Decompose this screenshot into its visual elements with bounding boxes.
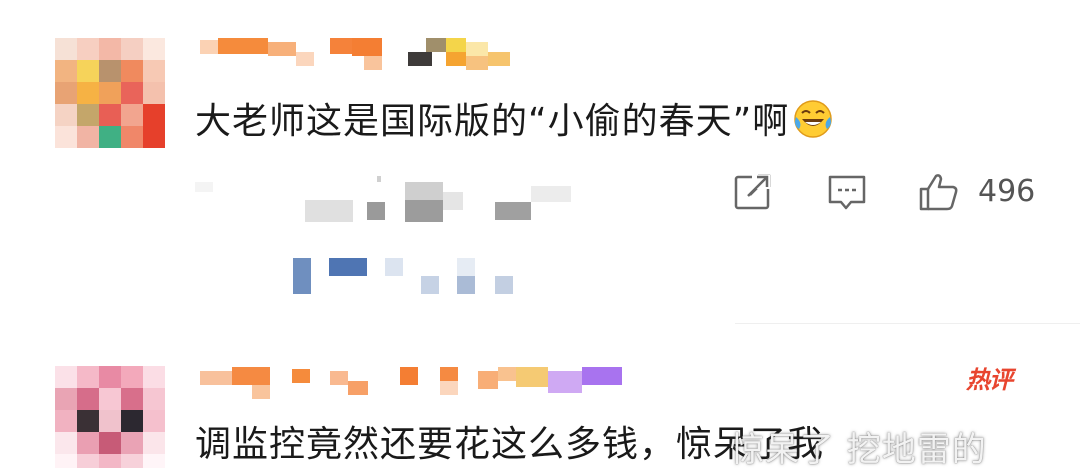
comment-feed: 大老师这是国际版的“小偷的春天”啊 496 热评 调监控竟然还要花这么多钱，惊呆… [0, 0, 1080, 468]
comment-icon[interactable] [826, 172, 868, 212]
thumbs-up-icon[interactable] [918, 172, 960, 212]
hot-comment-badge: 热评 [966, 366, 1013, 394]
comment-action-bar: 496 [730, 170, 1060, 214]
avatar[interactable] [55, 366, 165, 468]
avatar[interactable] [55, 38, 165, 148]
reply-preview-blurred[interactable] [195, 172, 595, 302]
like-count: 496 [978, 174, 1036, 209]
watermark: 惊呆了 挖地雷的 [730, 430, 987, 468]
share-icon[interactable] [732, 172, 774, 212]
comment-text-content: 大老师这是国际版的“小偷的春天”啊 [195, 101, 790, 142]
username-blurred[interactable] [200, 38, 520, 70]
username-blurred[interactable] [200, 367, 630, 399]
divider [735, 323, 1080, 324]
laughing-crying-emoji-icon [794, 100, 833, 138]
comment-text: 大老师这是国际版的“小偷的春天”啊 [195, 92, 833, 144]
